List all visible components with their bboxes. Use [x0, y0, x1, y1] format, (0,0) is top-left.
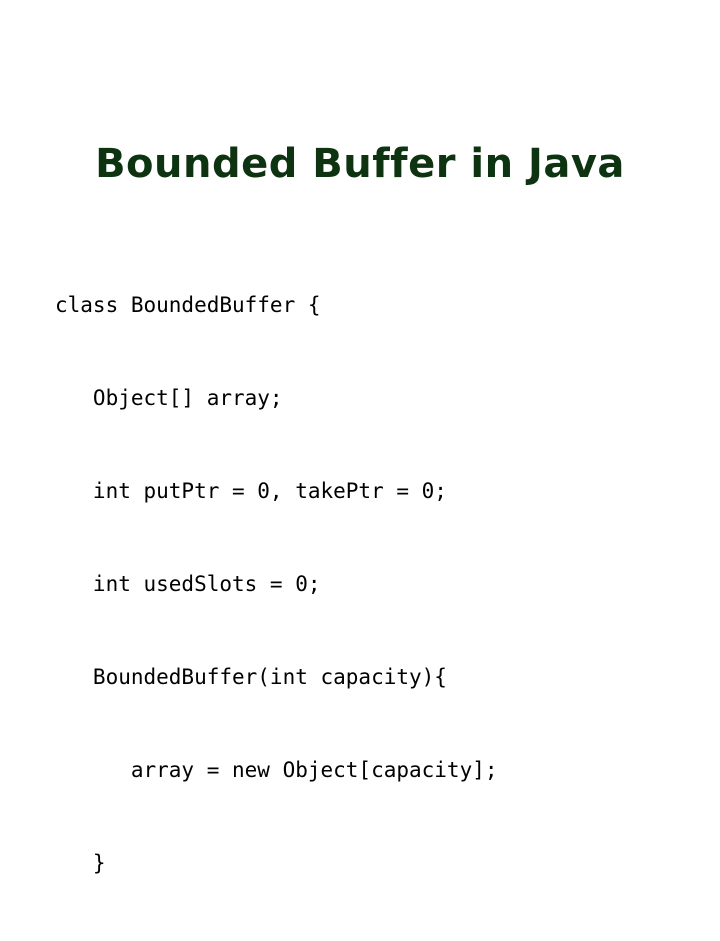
code-line: int usedSlots = 0;: [55, 572, 321, 596]
code-line: array = new Object[capacity];: [55, 758, 498, 782]
code-line: BoundedBuffer(int capacity){: [55, 665, 447, 689]
code-block: class BoundedBuffer { Object[] array; in…: [55, 228, 695, 941]
code-line: }: [55, 851, 106, 875]
code-line: class BoundedBuffer {: [55, 293, 321, 317]
slide: Bounded Buffer in Java class BoundedBuff…: [0, 0, 720, 875]
code-line: Object[] array;: [55, 386, 283, 410]
code-line: int putPtr = 0, takePtr = 0;: [55, 479, 447, 503]
page-title: Bounded Buffer in Java: [95, 141, 625, 187]
